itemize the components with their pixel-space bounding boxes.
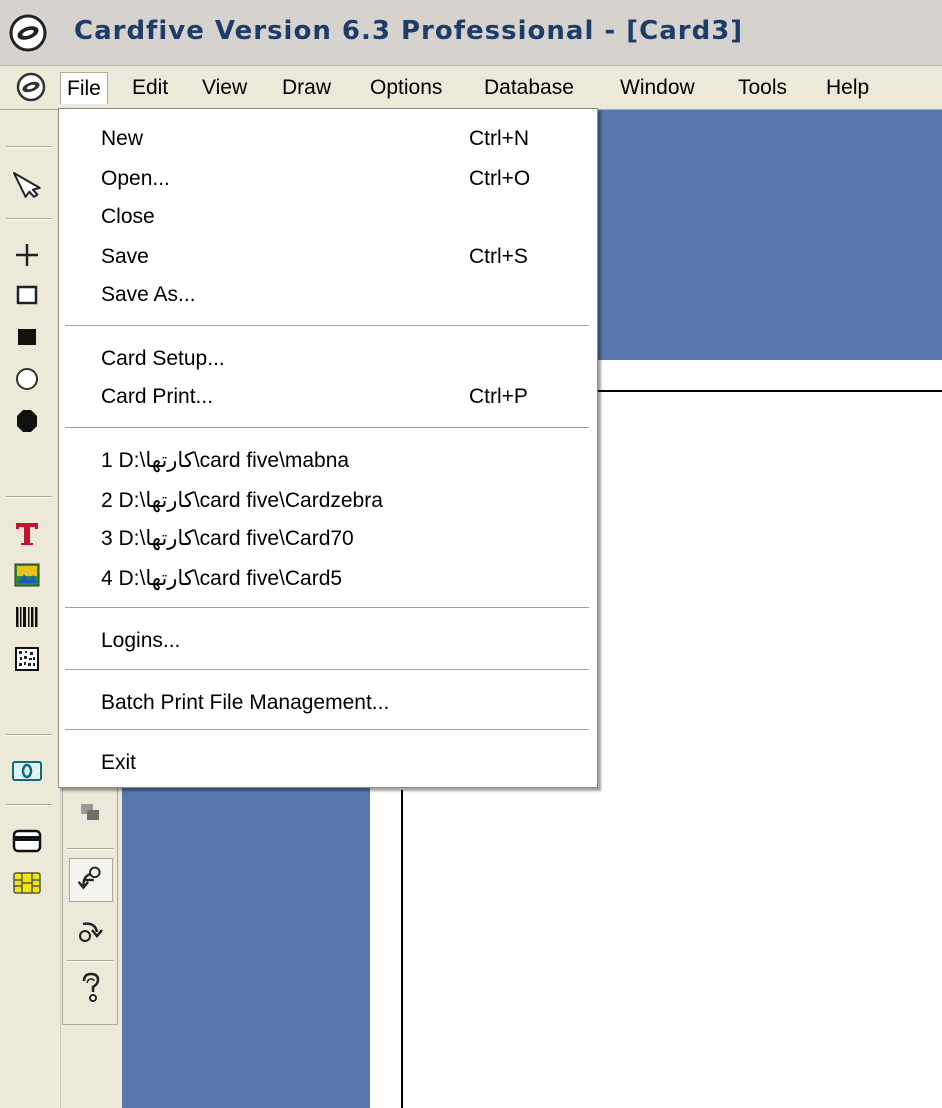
layer-stack-icon[interactable] <box>69 794 113 838</box>
app-logo-icon <box>8 13 48 53</box>
drawing-toolbar <box>0 110 61 1108</box>
help-icon[interactable] <box>69 966 113 1010</box>
menu-item-recent-file-3[interactable]: 3 D:\کارتها\card five\Card70 <box>59 519 597 559</box>
menu-options[interactable]: Options <box>364 72 448 104</box>
menu-item-shortcut: Ctrl+O <box>469 167 531 190</box>
menu-edit[interactable]: Edit <box>126 72 174 104</box>
menu-view[interactable]: View <box>196 72 253 104</box>
menu-item-save[interactable]: Save Ctrl+S <box>59 237 597 277</box>
menu-file[interactable]: File <box>60 72 108 104</box>
menu-item-save-as[interactable]: Save As... <box>59 275 597 315</box>
menu-item-label: Save <box>101 245 149 268</box>
image-tool-icon[interactable] <box>8 556 46 594</box>
smart-chip-icon[interactable] <box>8 864 46 902</box>
toolbar-separator <box>67 960 113 962</box>
select-arrow-icon[interactable] <box>8 164 46 202</box>
rotate-left-icon[interactable] <box>69 858 113 902</box>
toolbar-separator <box>6 496 52 498</box>
menu-item-batch-print-file-management[interactable]: Batch Print File Management... <box>59 683 597 723</box>
menu-tools[interactable]: Tools <box>732 72 793 104</box>
magnetic-stripe-icon[interactable] <box>8 822 46 860</box>
barcode-icon[interactable] <box>8 598 46 636</box>
card-border-vertical <box>401 790 403 1108</box>
menu-item-label: Close <box>101 205 155 228</box>
toolbar-separator <box>6 146 52 148</box>
menu-help[interactable]: Help <box>820 72 875 104</box>
menu-item-label: 2 D:\کارتها\card five\Cardzebra <box>101 489 383 512</box>
menu-item-shortcut: Ctrl+N <box>469 127 530 150</box>
ellipse-outline-icon[interactable] <box>8 360 46 398</box>
crosshair-icon[interactable] <box>8 236 46 274</box>
menu-item-card-print[interactable]: Card Print... Ctrl+P <box>59 377 597 417</box>
menu-window[interactable]: Window <box>614 72 701 104</box>
rectangle-filled-icon[interactable] <box>8 318 46 356</box>
menu-item-label: 4 D:\کارتها\card five\Card5 <box>101 567 343 590</box>
menu-bar: File Edit View Draw Options Database Win… <box>0 66 942 110</box>
menu-item-new[interactable]: New Ctrl+N <box>59 119 597 159</box>
menu-item-recent-file-1[interactable]: 1 D:\کارتها\card five\mabna <box>59 441 597 481</box>
window-title: Cardfive Version 6.3 Professional - [Car… <box>74 16 744 46</box>
secondary-toolbar <box>62 770 118 1025</box>
menu-database[interactable]: Database <box>478 72 580 104</box>
rectangle-outline-icon[interactable] <box>8 276 46 314</box>
title-bar: Cardfive Version 6.3 Professional - [Car… <box>0 0 942 66</box>
menu-item-label: New <box>101 127 144 150</box>
menu-item-recent-file-2[interactable]: 2 D:\کارتها\card five\Cardzebra <box>59 481 597 521</box>
menu-item-label: 3 D:\کارتها\card five\Card70 <box>101 527 354 550</box>
card-design-area-top[interactable] <box>596 110 942 360</box>
menu-item-label: Card Setup... <box>101 347 225 370</box>
menu-draw[interactable]: Draw <box>276 72 337 104</box>
menu-item-recent-file-4[interactable]: 4 D:\کارتها\card five\Card5 <box>59 559 597 599</box>
ellipse-filled-icon[interactable] <box>8 402 46 440</box>
menu-item-shortcut: Ctrl+S <box>469 245 528 268</box>
2d-barcode-icon[interactable] <box>8 640 46 678</box>
menu-item-label: 1 D:\کارتها\card five\mabna <box>101 449 350 472</box>
system-menu-icon[interactable] <box>16 72 46 102</box>
menu-item-label: Batch Print File Management... <box>101 691 390 714</box>
menu-item-open[interactable]: Open... Ctrl+O <box>59 159 597 199</box>
menu-separator <box>65 669 589 670</box>
menu-item-label: Open... <box>101 167 170 190</box>
menu-item-exit[interactable]: Exit <box>59 743 597 783</box>
toolbar-separator <box>67 848 113 850</box>
menu-item-logins[interactable]: Logins... <box>59 621 597 661</box>
toolbar-separator <box>6 804 52 806</box>
toolbar-separator <box>6 734 52 736</box>
menu-separator <box>65 729 589 730</box>
menu-item-card-setup[interactable]: Card Setup... <box>59 339 597 379</box>
numbering-field-icon[interactable] <box>8 752 46 790</box>
menu-item-label: Exit <box>101 751 137 774</box>
text-tool-icon[interactable] <box>8 514 46 552</box>
menu-item-label: Save As... <box>101 283 196 306</box>
menu-separator <box>65 325 589 326</box>
menu-separator <box>65 607 589 608</box>
menu-separator <box>65 427 589 428</box>
menu-item-close[interactable]: Close <box>59 197 597 237</box>
file-dropdown-menu: New Ctrl+N Open... Ctrl+O Close Save Ctr… <box>58 108 598 788</box>
rotate-right-icon[interactable] <box>69 908 113 952</box>
menu-item-label: Logins... <box>101 629 181 652</box>
menu-item-shortcut: Ctrl+P <box>469 385 528 408</box>
card-border-horizontal <box>596 390 942 392</box>
toolbar-separator <box>6 218 52 220</box>
menu-item-label: Card Print... <box>101 385 214 408</box>
